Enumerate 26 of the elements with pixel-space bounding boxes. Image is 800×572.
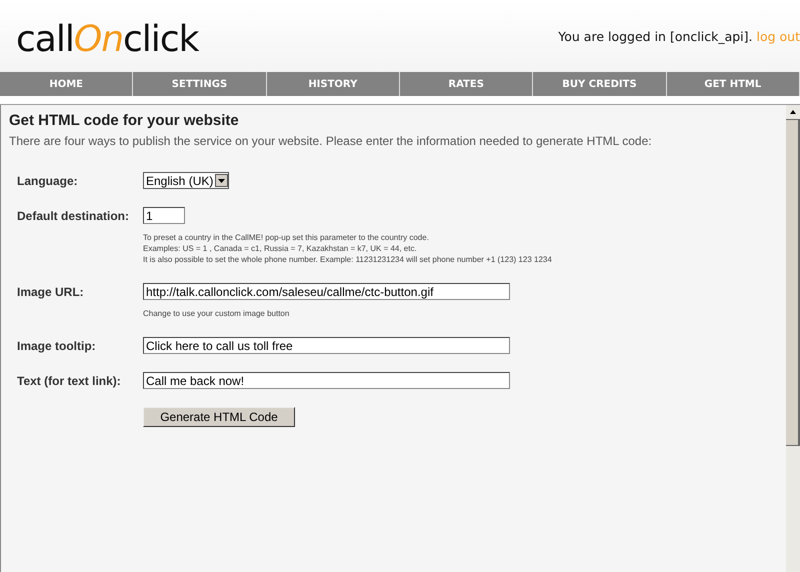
nav-tab[interactable]: HOME — [0, 72, 134, 96]
nav-tab[interactable]: HISTORY — [266, 72, 400, 96]
text-field[interactable]: Call me back now! — [143, 372, 510, 389]
page-title: Get HTML code for your website — [9, 112, 240, 129]
text-field[interactable]: http://talk.callonclick.com/saleseu/callme/ctc-button.gif — [143, 283, 510, 300]
nav-tab[interactable]: GET HTML — [666, 72, 800, 96]
field-label: Language: — [17, 173, 79, 189]
text-field[interactable]: Click here to call us toll free — [143, 337, 510, 354]
nav-tab[interactable]: RATES — [400, 72, 534, 96]
nav-tab[interactable]: BUY CREDITS — [533, 72, 667, 96]
nav-tab[interactable]: SETTINGS — [133, 72, 267, 96]
dropdown-icon — [215, 174, 228, 187]
scrollbar[interactable] — [786, 105, 800, 572]
field-label: Image tooltip: — [17, 338, 97, 354]
language-select[interactable]: English (UK) — [143, 172, 230, 189]
logout-link[interactable]: log out — [756, 28, 800, 44]
help-text: Change to use your custom image button — [143, 308, 290, 319]
login-status: You are logged in [onclick_api]. — [558, 28, 752, 44]
text-field[interactable]: 1 — [143, 207, 185, 224]
field-label: Default destination: — [17, 208, 130, 225]
logo: callOnclick — [16, 18, 198, 60]
field-label: Text (for text link): — [17, 373, 122, 389]
generate-button[interactable]: Generate HTML Code — [143, 407, 295, 427]
intro-text: There are four ways to publish the service on your website. Please enter the information needed to generate HTML code: — [9, 134, 653, 148]
help-text: To preset a country in the CallME! pop-up set this parameter to the country code. Examples: US = 1 , Canada = c1, Russia = 7, Kazakhstan = k7, UK = 44, etc. It is also possible to set the whole phone number. Example: 11231231234 will set phone number +1 (123) 123 1234 — [143, 232, 553, 265]
field-label: Image URL: — [17, 284, 85, 301]
